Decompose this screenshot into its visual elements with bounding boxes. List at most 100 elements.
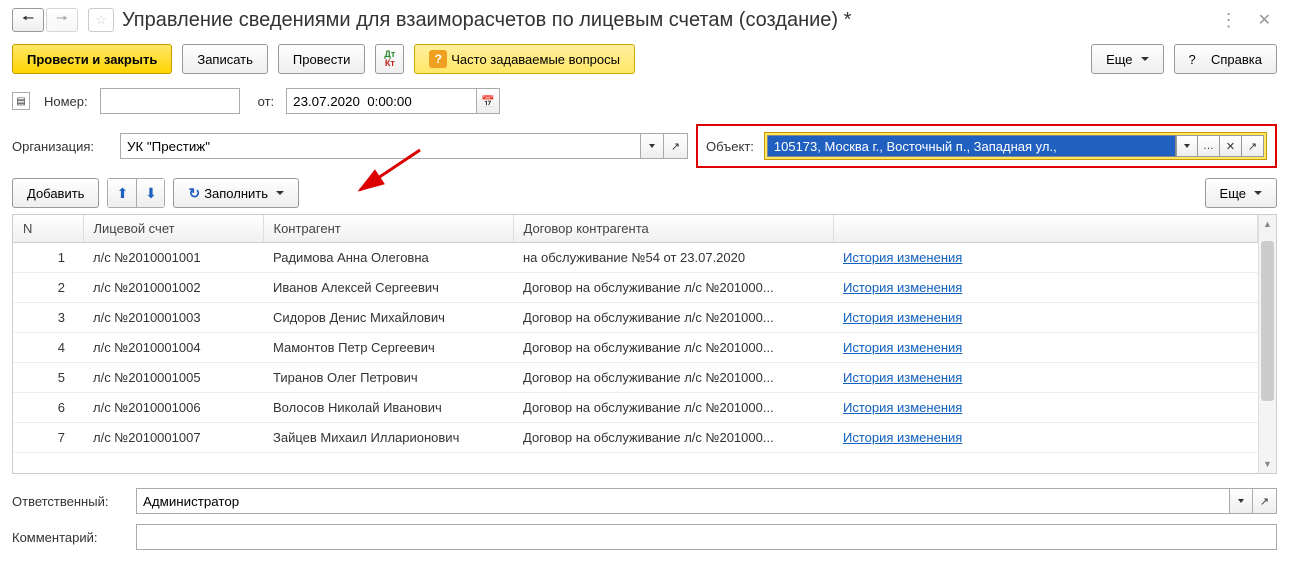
org-open-button[interactable]: ↗	[664, 133, 688, 159]
cell-counterparty: Зайцев Михаил Илларионович	[263, 423, 513, 453]
fill-icon: ↻	[188, 185, 200, 202]
table-row[interactable]: 1л/с №2010001001Радимова Анна Олеговнана…	[13, 243, 1258, 273]
history-link[interactable]: История изменения	[843, 280, 962, 295]
post-button[interactable]: Провести	[278, 44, 366, 74]
responsible-label: Ответственный:	[12, 494, 124, 509]
cell-account: л/с №2010001006	[83, 393, 263, 423]
col-counterparty[interactable]: Контрагент	[263, 215, 513, 243]
history-link[interactable]: История изменения	[843, 310, 962, 325]
cell-counterparty: Волосов Николай Иванович	[263, 393, 513, 423]
date-input[interactable]	[286, 88, 476, 114]
cell-n: 4	[13, 333, 83, 363]
faq-label: Часто задаваемые вопросы	[451, 52, 620, 67]
history-link[interactable]: История изменения	[843, 400, 962, 415]
close-window-icon[interactable]: ✕	[1252, 10, 1277, 30]
fill-label: Заполнить	[204, 186, 268, 201]
scroll-up-icon[interactable]: ▲	[1259, 215, 1276, 233]
responsible-input[interactable]	[136, 488, 1229, 514]
help-label: Справка	[1211, 52, 1262, 67]
document-icon: ▤	[12, 92, 30, 110]
move-up-button[interactable]: ⬆	[108, 179, 136, 207]
question-icon: ?	[429, 50, 447, 68]
help-button[interactable]: ? Справка	[1174, 44, 1277, 74]
object-input[interactable]	[767, 135, 1176, 157]
calendar-icon: 📅	[481, 95, 495, 108]
scroll-down-icon[interactable]: ▼	[1259, 455, 1276, 473]
number-label: Номер:	[44, 94, 88, 109]
cell-contract: Договор на обслуживание л/с №201000...	[513, 393, 833, 423]
object-open-button[interactable]: ↗	[1242, 135, 1264, 157]
cell-account: л/с №2010001005	[83, 363, 263, 393]
arrow-down-icon: ⬇	[145, 185, 157, 202]
dtkt-icon: ДтКт	[384, 50, 395, 68]
history-link[interactable]: История изменения	[843, 340, 962, 355]
scroll-thumb[interactable]	[1261, 241, 1274, 401]
page-title: Управление сведениями для взаиморасчетов…	[122, 9, 1214, 32]
responsible-open-button[interactable]: ↗	[1253, 488, 1277, 514]
table-more-button[interactable]: Еще	[1205, 178, 1277, 208]
table-row[interactable]: 4л/с №2010001004Мамонтов Петр СергеевичД…	[13, 333, 1258, 363]
faq-button[interactable]: ? Часто задаваемые вопросы	[414, 44, 635, 74]
post-and-close-button[interactable]: Провести и закрыть	[12, 44, 172, 74]
cell-account: л/с №2010001002	[83, 273, 263, 303]
org-dropdown-button[interactable]	[640, 133, 664, 159]
history-link[interactable]: История изменения	[843, 250, 962, 265]
col-account[interactable]: Лицевой счет	[83, 215, 263, 243]
table-row[interactable]: 7л/с №2010001007Зайцев Михаил Илларионов…	[13, 423, 1258, 453]
fill-button[interactable]: ↻ Заполнить	[173, 178, 299, 208]
nav-forward-button[interactable]: 🠖	[46, 8, 78, 32]
history-link[interactable]: История изменения	[843, 430, 962, 445]
kebab-menu-icon[interactable]: ⋮	[1214, 10, 1244, 31]
nav-back-button[interactable]: 🠔	[12, 8, 44, 32]
object-highlight-box: Объект: … ✕ ↗	[696, 124, 1277, 168]
object-ellipsis-button[interactable]: …	[1198, 135, 1220, 157]
open-icon: ↗	[1248, 140, 1257, 153]
dtkt-button[interactable]: ДтКт	[375, 44, 404, 74]
calendar-button[interactable]: 📅	[476, 88, 500, 114]
move-down-button[interactable]: ⬇	[136, 179, 164, 207]
cell-account: л/с №2010001001	[83, 243, 263, 273]
cell-account: л/с №2010001003	[83, 303, 263, 333]
cell-counterparty: Мамонтов Петр Сергеевич	[263, 333, 513, 363]
responsible-dropdown-button[interactable]	[1229, 488, 1253, 514]
table-row[interactable]: 5л/с №2010001005Тиранов Олег ПетровичДог…	[13, 363, 1258, 393]
open-icon: ↗	[1260, 495, 1269, 508]
accounts-table: N Лицевой счет Контрагент Договор контра…	[13, 215, 1258, 453]
cell-contract: Договор на обслуживание л/с №201000...	[513, 333, 833, 363]
cell-contract: Договор на обслуживание л/с №201000...	[513, 363, 833, 393]
col-n[interactable]: N	[13, 215, 83, 243]
from-label: от:	[258, 94, 275, 109]
number-input[interactable]	[100, 88, 240, 114]
col-history[interactable]	[833, 215, 1258, 243]
org-input[interactable]	[120, 133, 640, 159]
cell-counterparty: Сидоров Денис Михайлович	[263, 303, 513, 333]
add-row-button[interactable]: Добавить	[12, 178, 99, 208]
table-scrollbar[interactable]: ▲ ▼	[1258, 215, 1276, 473]
object-dropdown-button[interactable]	[1176, 135, 1198, 157]
help-q: ?	[1189, 52, 1196, 67]
more-button[interactable]: Еще	[1091, 44, 1163, 74]
cell-n: 2	[13, 273, 83, 303]
table-row[interactable]: 3л/с №2010001003Сидоров Денис Михайлович…	[13, 303, 1258, 333]
arrow-up-icon: ⬆	[117, 185, 129, 202]
comment-input[interactable]	[136, 524, 1277, 550]
cell-counterparty: Иванов Алексей Сергеевич	[263, 273, 513, 303]
cell-contract: Договор на обслуживание л/с №201000...	[513, 423, 833, 453]
org-label: Организация:	[12, 139, 108, 154]
write-button[interactable]: Записать	[182, 44, 268, 74]
cell-contract: на обслуживание №54 от 23.07.2020	[513, 243, 833, 273]
object-clear-button[interactable]: ✕	[1220, 135, 1242, 157]
cell-n: 5	[13, 363, 83, 393]
col-contract[interactable]: Договор контрагента	[513, 215, 833, 243]
open-icon: ↗	[671, 140, 680, 153]
table-row[interactable]: 2л/с №2010001002Иванов Алексей Сергеевич…	[13, 273, 1258, 303]
cell-n: 3	[13, 303, 83, 333]
comment-label: Комментарий:	[12, 530, 124, 545]
cell-n: 7	[13, 423, 83, 453]
table-row[interactable]: 6л/с №2010001006Волосов Николай Иванович…	[13, 393, 1258, 423]
cell-n: 6	[13, 393, 83, 423]
favorite-button[interactable]: ☆	[88, 8, 114, 32]
cell-account: л/с №2010001004	[83, 333, 263, 363]
history-link[interactable]: История изменения	[843, 370, 962, 385]
cell-contract: Договор на обслуживание л/с №201000...	[513, 303, 833, 333]
